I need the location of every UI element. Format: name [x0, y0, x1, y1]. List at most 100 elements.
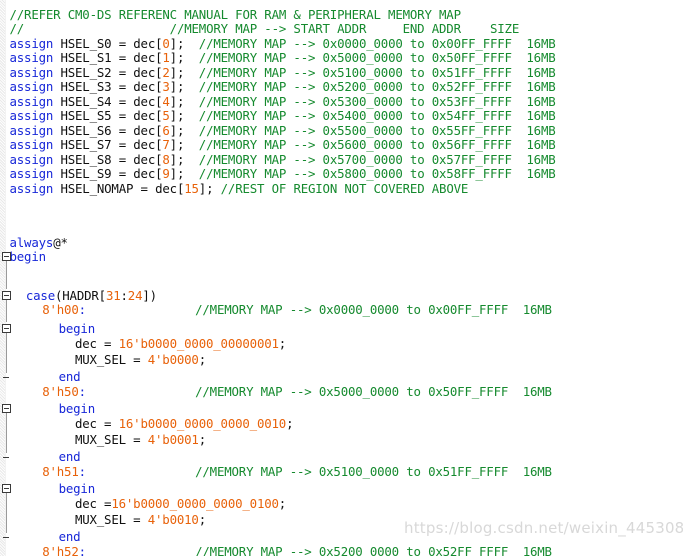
code-token-id: ]; [198, 181, 221, 196]
code-token-kw: begin [58, 321, 96, 336]
code-token-id: HSEL_NOMAP = dec[ [53, 181, 185, 196]
code-token-id: MUX_SEL = [74, 512, 148, 527]
code-token-cmt: //MEMORY MAP --> 0x5200_0000 to 0x52FF_F… [198, 79, 556, 94]
code-token-num: 7 [162, 137, 170, 152]
code-token-id: ; [198, 512, 206, 527]
code-token-num: 31 [105, 288, 121, 303]
code-token-id: HSEL_S3 = dec[ [53, 79, 163, 94]
code-token-kw: begin [58, 481, 96, 496]
code-line[interactable]: // //MEMORY MAP --> START ADDR END ADDR … [9, 21, 520, 36]
code-line[interactable] [10, 211, 17, 225]
code-token-num: 16'b0000_0000_00000001 [118, 336, 279, 351]
code-area[interactable]: //REFER CM0-DS REFERENC MANUAL FOR RAM &… [0, 0, 683, 556]
fold-connector-line [6, 259, 7, 289]
code-token-kw: assign [9, 137, 54, 152]
code-line[interactable]: begin [58, 321, 96, 336]
code-token-cmt: //MEMORY MAP --> 0x5100_0000 to 0x51FF_F… [195, 464, 552, 479]
code-token-id: ]; [169, 152, 199, 167]
code-line[interactable]: dec =16'b0000_0000_0000_0100; [74, 496, 286, 511]
code-token-kw: end [58, 369, 81, 384]
code-token-kw: : [78, 384, 86, 399]
code-token-num: 15 [184, 181, 199, 196]
code-token-id: ]; [169, 36, 199, 51]
code-line[interactable]: assign HSEL_S7 = dec[7]; //MEMORY MAP --… [9, 137, 556, 152]
code-token-cmt: //MEMORY MAP --> 0x5600_0000 to 0x56FF_F… [198, 137, 556, 152]
code-line[interactable]: dec = 16'b0000_0000_0000_0010; [74, 416, 294, 431]
code-token-num: 16'b0000_0000_0000_0010 [118, 416, 287, 431]
code-line[interactable] [10, 265, 17, 279]
code-line[interactable]: begin [58, 481, 96, 496]
code-line[interactable]: begin [10, 249, 47, 264]
code-token-pun [86, 384, 195, 399]
code-editor[interactable]: //REFER CM0-DS REFERENC MANUAL FOR RAM &… [0, 0, 683, 556]
code-token-num: 4'b0000 [147, 352, 199, 367]
code-line[interactable]: assign HSEL_S1 = dec[1]; //MEMORY MAP --… [9, 50, 556, 65]
code-token-num: 5 [162, 108, 170, 123]
code-token-id: ]; [169, 79, 199, 94]
code-line[interactable]: assign HSEL_S9 = dec[9]; //MEMORY MAP --… [10, 166, 556, 181]
code-line[interactable]: dec = 16'b0000_0000_00000001; [75, 336, 286, 351]
code-token-kw: assign [9, 50, 54, 65]
fold-collapse-icon[interactable] [2, 291, 11, 300]
code-token-pun [86, 302, 195, 317]
code-token-kw: : [78, 302, 86, 317]
code-token-num: 3 [162, 79, 170, 94]
code-line[interactable]: 8'h51: //MEMORY MAP --> 0x5100_0000 to 0… [42, 464, 552, 479]
code-token-num: 16'b0000_0000_0000_0100 [111, 496, 279, 511]
code-token-cmt: //MEMORY MAP --> 0x5700_0000 to 0x57FF_F… [198, 152, 556, 167]
code-token-num: 8'h51 [42, 464, 79, 479]
code-token-num: 8'h52 [42, 544, 79, 556]
code-token-id: HSEL_S8 = dec[ [53, 152, 163, 167]
code-token-cmt: //MEMORY MAP --> 0x0000_0000 to 0x00FF_F… [198, 36, 556, 51]
code-token-cmt: //MEMORY MAP --> 0x5500_0000 to 0x55FF_F… [198, 123, 556, 138]
code-line[interactable]: MUX_SEL = 4'b0000; [75, 352, 206, 367]
code-line[interactable]: MUX_SEL = 4'b0010; [74, 512, 206, 527]
code-token-kw: begin [58, 401, 96, 416]
fold-end-icon [3, 457, 9, 458]
code-line[interactable]: assign HSEL_S3 = dec[3]; //MEMORY MAP --… [9, 79, 556, 94]
code-line[interactable]: end [58, 369, 81, 384]
code-token-cmt: //MEMORY MAP --> 0x5800_0000 to 0x58FF_F… [198, 166, 556, 181]
code-token-cmt: //MEMORY MAP --> 0x5400_0000 to 0x54FF_F… [198, 108, 556, 123]
code-token-kw: : [78, 464, 86, 479]
code-line[interactable]: end [59, 449, 81, 464]
code-line[interactable]: 8'h50: //MEMORY MAP --> 0x5000_0000 to 0… [42, 384, 552, 399]
code-token-cmt: //MEMORY MAP --> 0x0000_0000 to 0x00FF_F… [195, 302, 552, 317]
code-line[interactable]: 8'h00: //MEMORY MAP --> 0x0000_0000 to 0… [42, 302, 552, 317]
code-token-id: ]; [169, 137, 199, 152]
code-line[interactable]: 8'h52: //MEMORY MAP --> 0x5200_0000 to 0… [42, 544, 552, 556]
code-line[interactable]: MUX_SEL = 4'b0001; [75, 432, 206, 447]
code-line[interactable]: end [58, 529, 81, 544]
code-token-id: dec = [74, 496, 112, 511]
code-token-kw: assign [9, 65, 54, 80]
code-token-kw: case [25, 288, 55, 303]
code-token-cmt: // [9, 21, 25, 36]
fold-collapse-icon[interactable] [2, 404, 11, 413]
code-token-cmt: //MEMORY MAP --> 0x5200_0000 to 0x52FF_F… [195, 544, 552, 556]
code-line[interactable]: begin [58, 401, 96, 416]
code-token-id: ]) [142, 288, 157, 303]
code-token-id: HSEL_S7 = dec[ [53, 137, 163, 152]
code-line[interactable]: assign HSEL_NOMAP = dec[15]; //REST OF R… [10, 181, 469, 196]
code-token-cmt: //REST OF REGION NOT COVERED ABOVE [220, 181, 469, 196]
code-token-num: 4 [162, 94, 170, 109]
code-token-id: HSEL_S4 = dec[ [53, 94, 163, 109]
code-token-kw: assign [9, 79, 54, 94]
code-token-id: (HADDR[ [54, 288, 106, 303]
code-token-id: ]; [169, 123, 199, 138]
code-token-kw: assign [9, 94, 54, 109]
code-line[interactable]: assign HSEL_S5 = dec[5]; //MEMORY MAP --… [10, 108, 556, 123]
code-token-id: ]; [169, 65, 199, 80]
code-token-num: 8 [162, 152, 170, 167]
code-token-kw: end [58, 529, 81, 544]
code-line[interactable] [10, 196, 17, 210]
fold-connector-line [6, 331, 7, 373]
fold-collapse-icon[interactable] [2, 324, 11, 333]
code-token-kw: : [78, 544, 86, 556]
code-token-num: 6 [162, 123, 170, 138]
code-token-id: dec = [74, 416, 119, 431]
fold-collapse-icon[interactable] [2, 252, 11, 261]
code-token-id: ]; [169, 166, 199, 181]
fold-collapse-icon[interactable] [2, 484, 11, 493]
code-token-id: @* [53, 235, 68, 250]
